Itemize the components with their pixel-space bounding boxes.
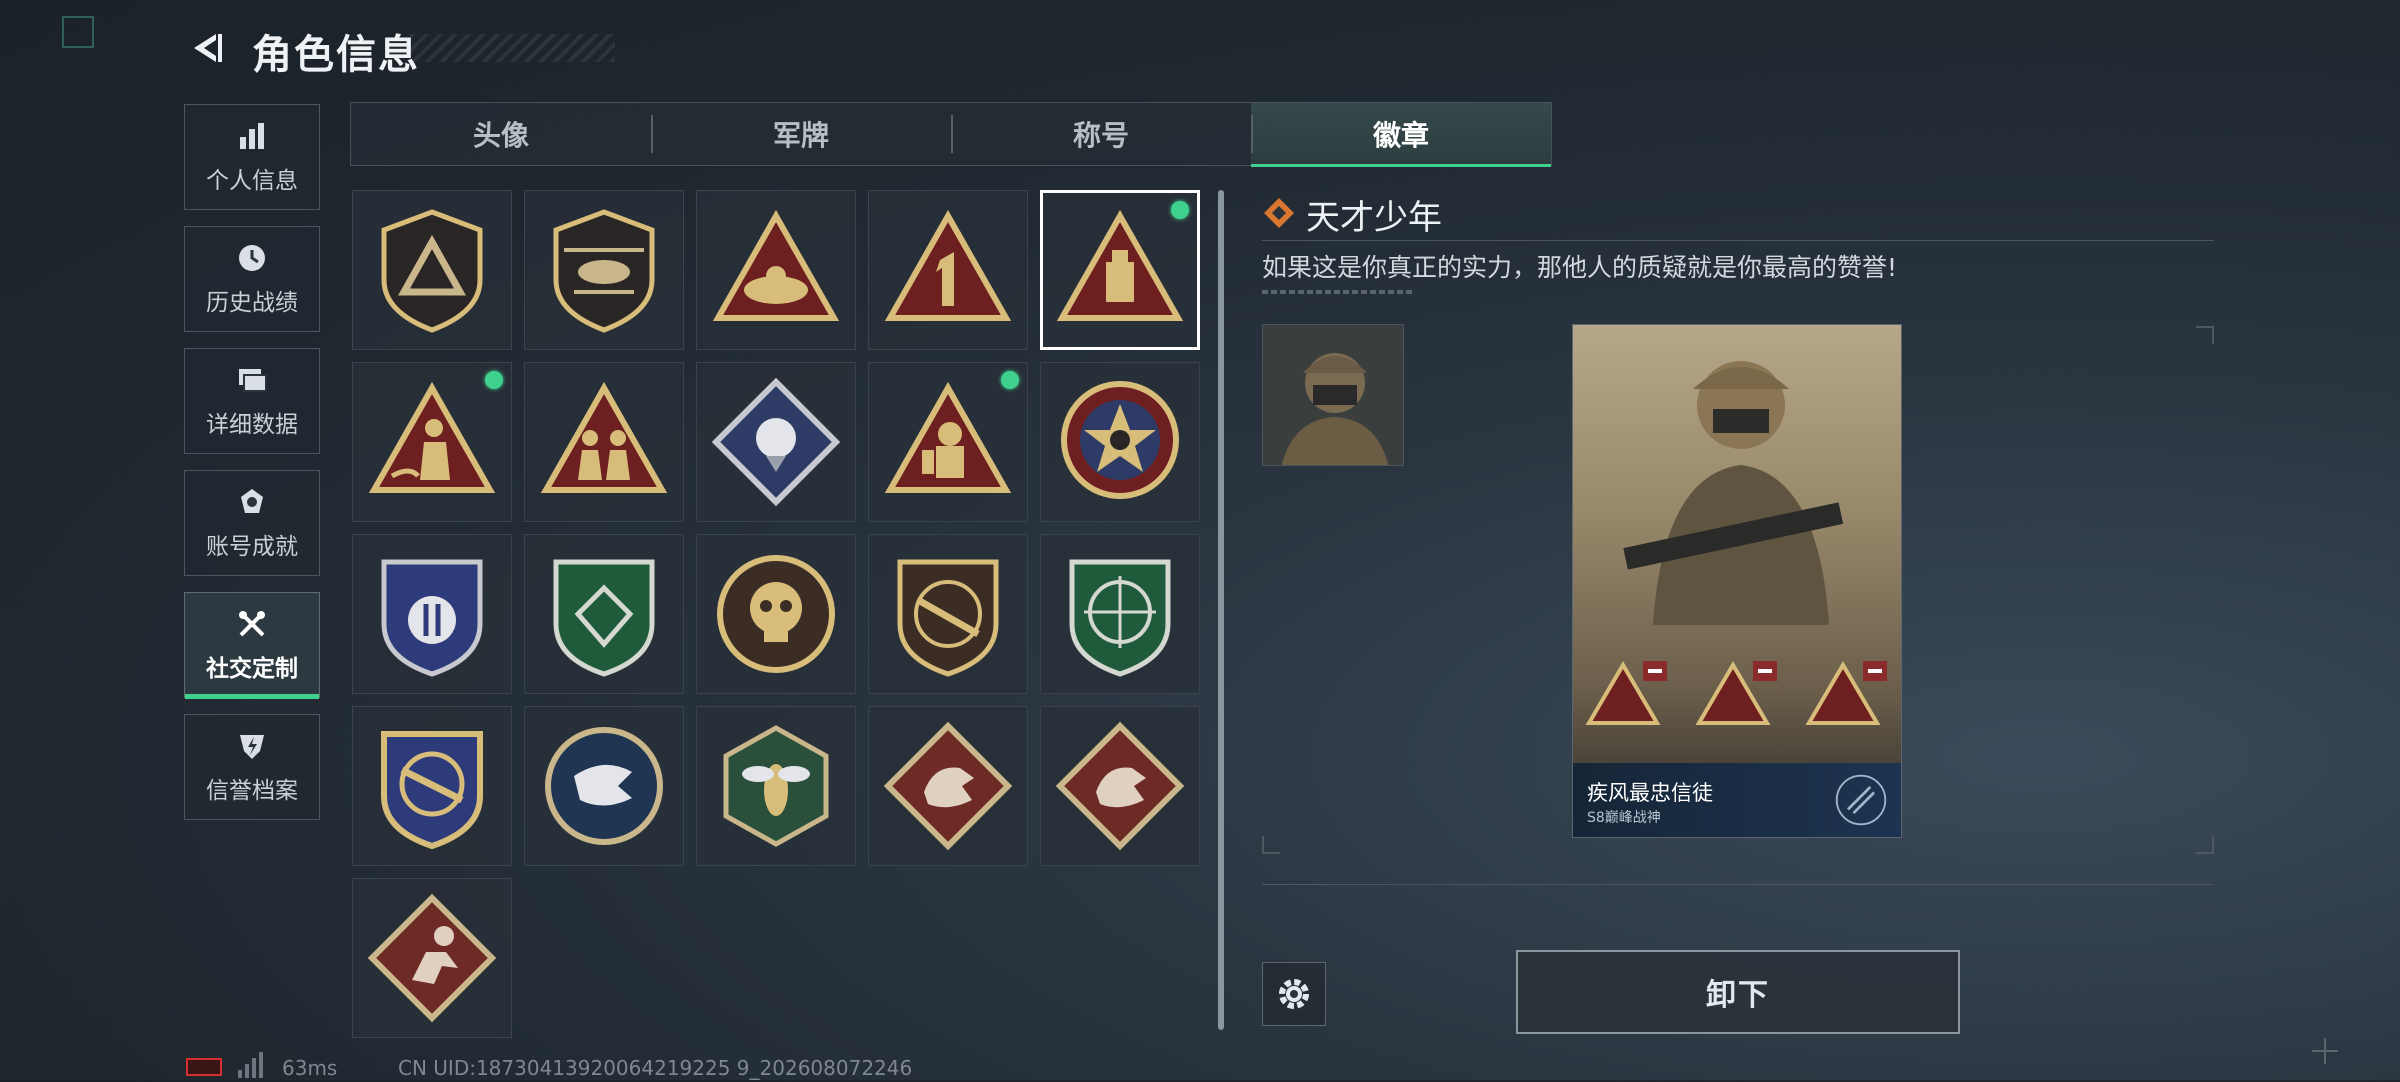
tab-dog-tag[interactable]: 军牌 [651, 103, 951, 165]
ping-readout: 63ms [282, 1056, 338, 1080]
rifle-shield-badge-icon [897, 559, 999, 677]
badge-cell[interactable] [352, 362, 512, 522]
sidebar-item-detail-data[interactable]: 详细数据 [184, 348, 320, 454]
signal-icon [236, 1052, 264, 1078]
rose-diamond-badge-icon [711, 377, 841, 507]
eagle-round-badge-icon [545, 727, 663, 845]
settings-button[interactable] [1262, 962, 1326, 1026]
divider [1262, 240, 2214, 241]
player-card: 疾风最忠信徒 S8巅峰战神 [1572, 324, 1902, 838]
badge-cell[interactable] [696, 534, 856, 694]
badge-cell[interactable] [352, 534, 512, 694]
card-nameplate: 疾风最忠信徒 S8巅峰战神 [1573, 763, 1901, 837]
badge-cell[interactable] [696, 706, 856, 866]
card-name: 疾风最忠信徒 [1587, 781, 1713, 805]
decorative-dashes [1262, 290, 1412, 294]
badge-cell[interactable] [868, 190, 1028, 350]
badge-grid [352, 190, 1204, 1038]
badge-name: 天才少年 [1306, 198, 1442, 238]
frame-corner [2196, 836, 2214, 854]
shield-triangle-badge-icon [381, 209, 483, 333]
season-emblem-icon [1835, 774, 1887, 826]
badge-cell[interactable] [352, 190, 512, 350]
cards-icon [239, 369, 267, 392]
battery-low-icon [186, 1058, 222, 1076]
corner-decoration [62, 16, 94, 48]
badge-cell-selected[interactable] [1040, 190, 1200, 350]
bar-chart-icon [240, 123, 264, 149]
sidebar-item-label: 个人信息 [206, 168, 298, 194]
badge-cell[interactable] [352, 878, 512, 1038]
card-rank: S8巅峰战神 [1587, 810, 1661, 826]
diamond-badge-icon [1262, 196, 1296, 230]
soldier-triangle-badge-icon [368, 381, 496, 493]
sidebar-item-reputation[interactable]: 信誉档案 [184, 714, 320, 820]
badge-cell[interactable] [524, 362, 684, 522]
blue-wing-shield-badge-icon [381, 559, 483, 677]
tab-avatar[interactable]: 头像 [351, 103, 651, 165]
badge-cell[interactable] [1040, 706, 1200, 866]
runner-diamond-badge-icon [367, 893, 497, 1023]
clock-icon [239, 245, 265, 271]
user-uid: CN UID:18730413920064219225 9_2026080722… [398, 1056, 913, 1080]
badge-cell[interactable] [868, 362, 1028, 522]
sidebar-item-label: 社交定制 [206, 656, 298, 682]
divider [1262, 884, 2214, 885]
badge-cell[interactable] [868, 706, 1028, 866]
sidebar-item-achievements[interactable]: 账号成就 [184, 470, 320, 576]
tools-icon [239, 611, 265, 637]
back-arrow-icon[interactable] [186, 28, 226, 68]
sidebar-item-label: 详细数据 [206, 412, 298, 438]
gear-icon [1279, 979, 1309, 1009]
new-indicator [1171, 201, 1189, 219]
crosshair-decoration-icon [2310, 1036, 2340, 1066]
badge-cell[interactable] [352, 706, 512, 866]
dragon-diamond-badge-icon [1055, 721, 1185, 851]
star-skull-round-badge-icon [1061, 381, 1179, 499]
badge-description: 如果这是你真正的实力，那他人的质疑就是你最高的赞誉! [1262, 253, 1898, 282]
badge-cell[interactable] [868, 534, 1028, 694]
badge-cell[interactable] [696, 190, 856, 350]
squad-triangle-badge-icon [540, 381, 668, 493]
badge-grid-scrollbar[interactable] [1218, 190, 1224, 1030]
badge-cell[interactable] [1040, 362, 1200, 522]
sidebar-item-label: 账号成就 [206, 534, 298, 560]
badge-cell[interactable] [696, 362, 856, 522]
shield-bolt-icon [240, 735, 264, 759]
number-one-triangle-badge-icon [884, 209, 1012, 321]
sidebar-item-label: 信誉档案 [206, 778, 298, 804]
tab-title[interactable]: 称号 [951, 103, 1251, 165]
green-crosshair-shield-badge-icon [1069, 559, 1171, 677]
sidebar-item-personal-info[interactable]: 个人信息 [184, 104, 320, 210]
new-indicator [1001, 371, 1019, 389]
usb-triangle-badge-icon [1056, 209, 1184, 321]
sidebar-item-history[interactable]: 历史战绩 [184, 226, 320, 332]
astronaut-triangle-badge-icon [884, 381, 1012, 493]
tab-badge[interactable]: 徽章 [1251, 103, 1551, 167]
helicopter-badge-icon [553, 209, 655, 333]
frame-corner [2196, 326, 2214, 344]
new-indicator [485, 371, 503, 389]
badge-cell[interactable] [524, 706, 684, 866]
avatar [1262, 324, 1404, 466]
frame-corner [1262, 836, 1280, 854]
page-title: 角色信息 [252, 32, 420, 78]
nest-triangle-badge-icon [712, 209, 840, 321]
achievement-icon [241, 489, 263, 513]
sidebar-item-social-custom[interactable]: 社交定制 [184, 592, 320, 699]
sidebar-item-label: 历史战绩 [206, 290, 298, 316]
dragon-diamond-badge-icon [883, 721, 1013, 851]
skull-round-badge-icon [717, 555, 835, 673]
gold-crosshair-shield-badge-icon [381, 731, 483, 850]
unequip-button[interactable]: 卸下 [1516, 950, 1960, 1034]
wasp-hexagon-badge-icon [723, 725, 829, 847]
green-gem-shield-badge-icon [553, 559, 655, 677]
badge-cell[interactable] [524, 190, 684, 350]
badge-cell[interactable] [524, 534, 684, 694]
badge-cell[interactable] [1040, 534, 1200, 694]
equipped-badge-slots [1585, 661, 1887, 725]
title-decoration [410, 34, 615, 62]
tab-bar: 头像 军牌 称号 徽章 [350, 102, 1552, 167]
